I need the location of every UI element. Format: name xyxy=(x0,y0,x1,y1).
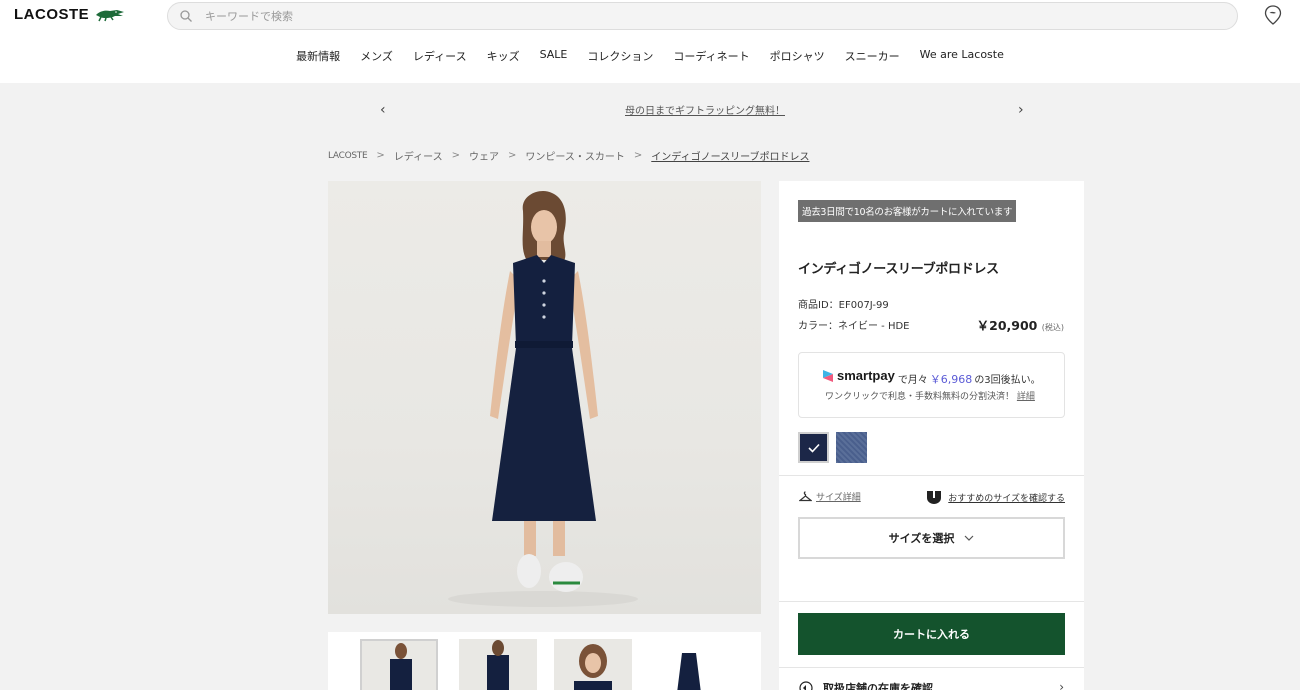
thumbnail-3[interactable] xyxy=(554,639,632,690)
breadcrumb-separator: > xyxy=(451,150,460,161)
promo-next-arrow[interactable]: › xyxy=(1018,102,1024,118)
nav-item-new[interactable]: 最新情報 xyxy=(286,48,350,64)
thumbnail-image xyxy=(487,640,509,690)
price-value: ￥20,900 xyxy=(976,318,1038,333)
nav-item-kids[interactable]: キッズ xyxy=(477,48,530,64)
smartpay-subtext: ワンクリックで利息・手数料無料の分割決済！ 詳細 xyxy=(825,389,1035,402)
breadcrumb-separator: > xyxy=(507,150,517,161)
smartpay-sub-text: ワンクリックで利息・手数料無料の分割決済！ xyxy=(825,392,1015,402)
nav-item-collection[interactable]: コレクション xyxy=(577,48,663,64)
search-input[interactable] xyxy=(205,9,1105,23)
size-advisor-icon xyxy=(927,491,942,504)
lacoste-logo[interactable]: LACOSTE xyxy=(14,6,125,23)
color-swatch-navy[interactable] xyxy=(798,432,829,463)
breadcrumb-lacoste[interactable]: LACOSTE xyxy=(328,151,368,161)
nav-item-polo[interactable]: ポロシャツ xyxy=(760,48,835,64)
size-recommend-text: おすすめのサイズを確認する xyxy=(948,493,1065,504)
thumbnail-4[interactable] xyxy=(650,639,728,690)
smartpay-prefix: で月々 xyxy=(897,374,928,386)
breadcrumb-wear[interactable]: ウェア xyxy=(469,148,499,163)
divider xyxy=(779,601,1084,602)
size-recommend-link[interactable]: おすすめのサイズを確認する xyxy=(926,489,1065,505)
nav-item-sneakers[interactable]: スニーカー xyxy=(835,48,910,64)
nav-item-coordinate[interactable]: コーディネート xyxy=(663,48,759,64)
model-figure xyxy=(448,191,638,607)
size-guide-link[interactable]: サイズ詳細 xyxy=(799,490,861,503)
cart-count-badge: 過去3日間で10名のお客様がカートに入れています xyxy=(798,200,1017,222)
breadcrumb-current-product[interactable]: インディゴノースリーブポロドレス xyxy=(651,148,809,163)
smartpay-logo: smartpay xyxy=(822,368,895,383)
product-info-panel: 過去3日間で10名のお客様がカートに入れています インディゴノースリーブポロドレ… xyxy=(779,181,1084,690)
breadcrumb-ladies[interactable]: レディース xyxy=(394,148,443,163)
product-color: カラー：ネイビー - HDE xyxy=(798,321,910,332)
site-header: LACOSTE 最新情報 メンズ レディース キッズ SALE コレクション コ… xyxy=(0,0,1300,83)
product-title: インディゴノースリーブポロドレス xyxy=(798,262,999,277)
product-price: ￥20,900 (税込) xyxy=(977,315,1064,334)
smartpay-amount: ￥6,968 xyxy=(929,372,973,386)
add-to-cart-button[interactable]: カートに入れる xyxy=(798,613,1065,655)
breadcrumb-separator: > xyxy=(376,150,385,161)
nav-item-we-are-lacoste[interactable]: We are Lacoste xyxy=(910,48,1014,64)
divider xyxy=(779,667,1084,668)
size-select-label: サイズを選択 xyxy=(888,532,955,545)
breadcrumb-dresses-skirts[interactable]: ワンピース・スカート xyxy=(525,148,625,163)
breadcrumb: LACOSTE > レディース > ウェア > ワンピース・スカート > インデ… xyxy=(328,148,809,163)
size-select-dropdown[interactable]: サイズを選択 xyxy=(798,517,1065,559)
main-nav: 最新情報 メンズ レディース キッズ SALE コレクション コーディネート ポ… xyxy=(0,48,1300,64)
smartpay-suffix: の3回後払い。 xyxy=(974,374,1041,386)
thumbnail-image xyxy=(390,643,412,690)
size-guide-text: サイズ詳細 xyxy=(816,493,861,503)
color-swatch-indigo[interactable] xyxy=(836,432,867,463)
smartpay-icon xyxy=(823,369,833,382)
thumbnail-image xyxy=(677,653,701,690)
thumbnail-image xyxy=(574,644,612,690)
nav-item-sale[interactable]: SALE xyxy=(530,48,578,64)
chevron-down-icon xyxy=(964,535,974,541)
search-icon xyxy=(180,10,192,22)
checkmark-icon xyxy=(807,443,820,453)
price-tax: (税込) xyxy=(1041,323,1064,332)
search-bar[interactable] xyxy=(167,2,1238,30)
store-stock-text: 取扱店舗の在庫を確認 xyxy=(823,682,933,690)
breadcrumb-separator: > xyxy=(633,150,643,161)
smartpay-logo-text: smartpay xyxy=(837,368,895,383)
product-id: 商品ID：EF007J-99 xyxy=(798,300,889,311)
smartpay-details-link[interactable]: 詳細 xyxy=(1017,392,1035,402)
nav-item-mens[interactable]: メンズ xyxy=(350,48,403,64)
crocodile-icon xyxy=(96,9,125,21)
product-main-image[interactable] xyxy=(328,181,761,614)
logo-text: LACOSTE xyxy=(14,6,90,23)
thumbnail-2[interactable] xyxy=(459,639,537,690)
divider xyxy=(779,475,1084,476)
thumbnail-1[interactable] xyxy=(360,639,438,690)
store-locator-icon[interactable] xyxy=(1264,5,1282,25)
chevron-right-icon[interactable]: › xyxy=(1059,680,1064,690)
product-thumbnails xyxy=(328,632,761,690)
store-pin-icon xyxy=(799,681,813,690)
store-stock-check[interactable]: 取扱店舗の在庫を確認 xyxy=(799,680,933,690)
nav-item-ladies[interactable]: レディース xyxy=(403,48,477,64)
smartpay-box: smartpay で月々 ￥6,968 の3回後払い。 ワンクリックで利息・手数… xyxy=(798,352,1065,418)
hanger-icon xyxy=(799,491,812,502)
smartpay-row: smartpay で月々 ￥6,968 の3回後払い。 xyxy=(822,368,1041,387)
promo-banner-text[interactable]: 母の日までギフトラッピング無料！ xyxy=(0,102,1300,117)
